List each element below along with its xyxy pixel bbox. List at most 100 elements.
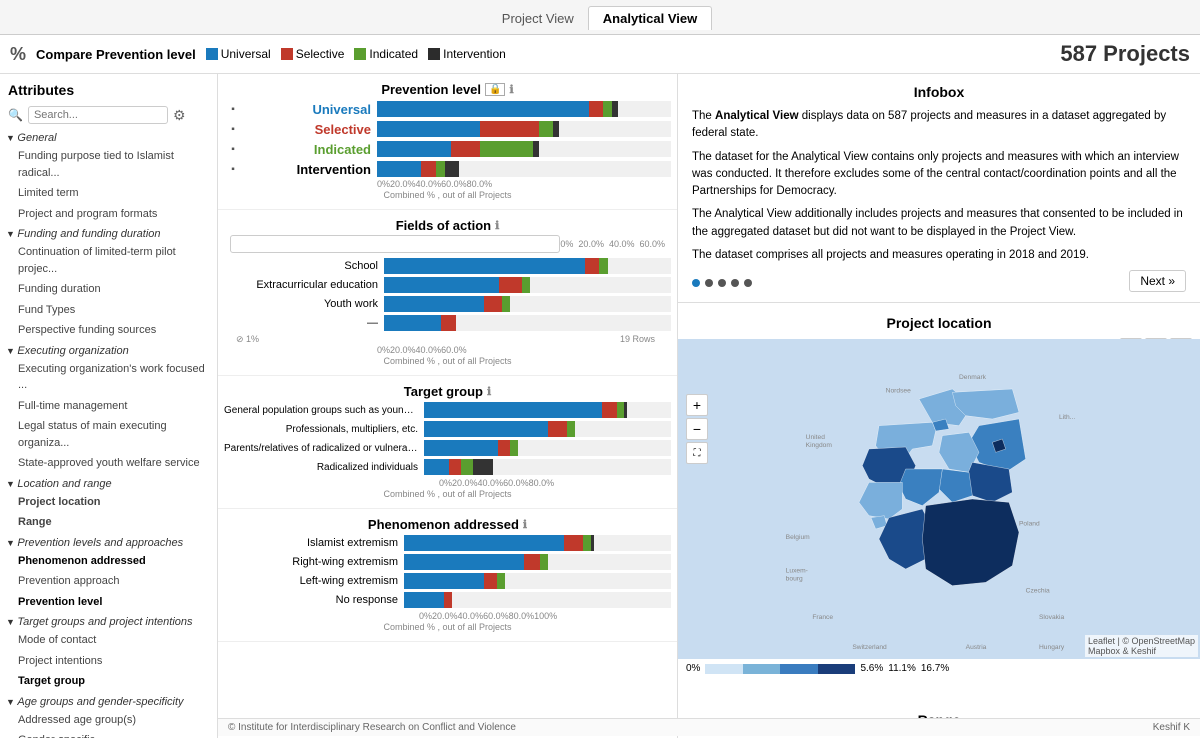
svg-text:Nordsee: Nordsee [886, 387, 911, 394]
selective-dot [281, 48, 293, 60]
dot-4[interactable] [731, 279, 739, 287]
phenomenon-axis: 0% 20.0% 40.0% 60.0% 80.0% 100% [224, 611, 671, 621]
sidebar-group-age[interactable]: Age groups and gender-specificity [0, 692, 217, 710]
ph-noresponse-row: No response [224, 592, 671, 608]
tab-analytical-view[interactable]: Analytical View [588, 6, 712, 30]
sidebar-item-project-intentions[interactable]: Project intentions [0, 651, 217, 672]
sidebar-item-exec-work-focused[interactable]: Executing organization's work focused ..… [0, 359, 217, 396]
sidebar-item-legal-status[interactable]: Legal status of main executing organiza.… [0, 416, 217, 453]
compare-label: Compare Prevention level [36, 47, 196, 62]
sidebar-item-project-program-formats[interactable]: Project and program formats [0, 204, 217, 225]
intervention-dot [428, 48, 440, 60]
map-zoom-out[interactable]: − [686, 418, 708, 440]
sidebar-item-age-groups[interactable]: Addressed age group(s) [0, 710, 217, 731]
sidebar-item-target-group[interactable]: Target group [0, 671, 217, 692]
footer-brand: Keshif K [1153, 722, 1190, 733]
sidebar-group-location[interactable]: Location and range [0, 474, 217, 492]
field-school-row: School [224, 258, 671, 274]
next-button[interactable]: Next » [1129, 270, 1186, 292]
dot-5[interactable] [744, 279, 752, 287]
prevention-info-icon[interactable]: ℹ [509, 83, 513, 96]
sidebar-item-prevention-level[interactable]: Prevention level [0, 592, 217, 613]
target-group-title: Target group ℹ [224, 384, 671, 399]
sidebar-item-funding-duration[interactable]: Funding duration [0, 279, 217, 300]
footer-copyright: © Institute for Interdisciplinary Resear… [228, 722, 516, 733]
sidebar-item-continuation[interactable]: Continuation of limited-term pilot proje… [0, 242, 217, 279]
other-bar [384, 315, 671, 331]
dot-2[interactable] [705, 279, 713, 287]
ph-leftwing-row: Left-wing extremism [224, 573, 671, 589]
map-title-bar: Project location ℹ ≡ ⊡ [678, 303, 1200, 339]
field-other-row: — [224, 315, 671, 331]
sidebar-item-phenomenon-addressed[interactable]: Phenomenon addressed [0, 551, 217, 572]
fields-search-input[interactable] [230, 235, 560, 253]
sidebar-group-prevention[interactable]: Prevention levels and approaches [0, 533, 217, 551]
prev-bar-intervention: ▪ Intervention [224, 161, 671, 177]
svg-text:Luxem-: Luxem- [786, 567, 808, 574]
infobox-nav: Next » [692, 270, 1186, 292]
sidebar-item-state-approved[interactable]: State-approved youth welfare service [0, 453, 217, 474]
infobox-para-4: The dataset comprises all projects and m… [692, 247, 1186, 264]
svg-text:Switzerland: Switzerland [852, 644, 887, 651]
legend-universal: Universal [206, 47, 271, 61]
extracurricular-bar [384, 277, 671, 293]
prev-bar-selective: ▪ Selective [224, 121, 671, 137]
sidebar-item-mode-of-contact[interactable]: Mode of contact [0, 630, 217, 651]
ph-leftwing-bar [404, 573, 671, 589]
svg-text:Czechia: Czechia [1026, 587, 1050, 594]
universal-blue-seg [377, 101, 589, 117]
phenomenon-info-icon[interactable]: ℹ [523, 518, 527, 531]
svg-text:Poland: Poland [1019, 521, 1040, 528]
sidebar-group-executing[interactable]: Executing organization [0, 341, 217, 359]
dot-1[interactable] [692, 279, 700, 287]
sidebar-item-prevention-approach[interactable]: Prevention approach [0, 571, 217, 592]
sidebar-item-fulltime-mgmt[interactable]: Full-time management [0, 396, 217, 417]
map-zoom-in[interactable]: + [686, 394, 708, 416]
sidebar-item-range[interactable]: Range [0, 512, 217, 533]
fields-of-action-section: Fields of action ℹ 0% 20.0% 40.0% 60.0% … [218, 210, 677, 376]
sidebar-item-funding-purpose[interactable]: Funding purpose tied to Islamist radical… [0, 146, 217, 183]
svg-text:Denmark: Denmark [959, 374, 987, 381]
tg-parents-bar [424, 440, 671, 456]
prevention-lock-icon[interactable]: 🔒 [485, 83, 505, 96]
infobox-para-1: The Analytical View displays data on 587… [692, 108, 1186, 143]
project-count: 587 Projects [1060, 41, 1190, 67]
field-youth-work-row: Youth work [224, 296, 671, 312]
school-bar [384, 258, 671, 274]
dot-3[interactable] [718, 279, 726, 287]
universal-green-seg [603, 101, 612, 117]
universal-bar [377, 101, 671, 117]
prevention-level-title: Prevention level 🔒 ℹ [224, 82, 671, 97]
footer: © Institute for Interdisciplinary Resear… [218, 718, 1200, 736]
center-panel: Prevention level 🔒 ℹ ▪ Universal ▪ Selec… [218, 74, 678, 738]
map-container[interactable]: United Kingdom Belgium Luxem- bourg Fran… [678, 339, 1200, 659]
fields-info-icon[interactable]: ℹ [495, 219, 499, 232]
tab-project-view[interactable]: Project View [488, 7, 588, 30]
gear-icon[interactable]: ⚙ [173, 107, 186, 124]
intervention-icon: ▪ [224, 164, 242, 175]
sidebar-item-limited-term[interactable]: Limited term [0, 183, 217, 204]
sidebar-group-general[interactable]: General [0, 128, 217, 146]
target-info-icon[interactable]: ℹ [487, 385, 491, 398]
svg-text:Lith...: Lith... [1059, 414, 1075, 421]
search-icon: 🔍 [8, 108, 23, 122]
sidebar-item-project-location[interactable]: Project location [0, 492, 217, 513]
target-group-section: Target group ℹ General population groups… [218, 376, 677, 509]
sidebar-item-fund-types[interactable]: Fund Types [0, 300, 217, 321]
prevention-footer: Combined % , out of all Projects [224, 189, 671, 201]
sidebar-item-gender-specific[interactable]: Gender-specific [0, 730, 217, 738]
phenomenon-footer: Combined % , out of all Projects [224, 621, 671, 633]
sidebar-item-perspective-funding[interactable]: Perspective funding sources [0, 320, 217, 341]
sidebar-group-target[interactable]: Target groups and project intentions [0, 612, 217, 630]
sidebar-group-funding[interactable]: Funding and funding duration [0, 224, 217, 242]
indicated-bar [377, 141, 671, 157]
ph-islamist-row: Islamist extremism [224, 535, 671, 551]
search-input[interactable] [28, 106, 168, 124]
ph-islamist-bar [404, 535, 671, 551]
fields-search: 0% 20.0% 40.0% 60.0% [224, 233, 671, 255]
map-reset[interactable]: ⛶ [686, 442, 708, 464]
tg-professionals-row: Professionals, multipliers, etc. [224, 421, 671, 437]
fields-of-action-title: Fields of action ℹ [224, 218, 671, 233]
sidebar-search-bar: 🔍 ⚙ [0, 102, 217, 128]
svg-text:Kingdom: Kingdom [806, 442, 833, 449]
